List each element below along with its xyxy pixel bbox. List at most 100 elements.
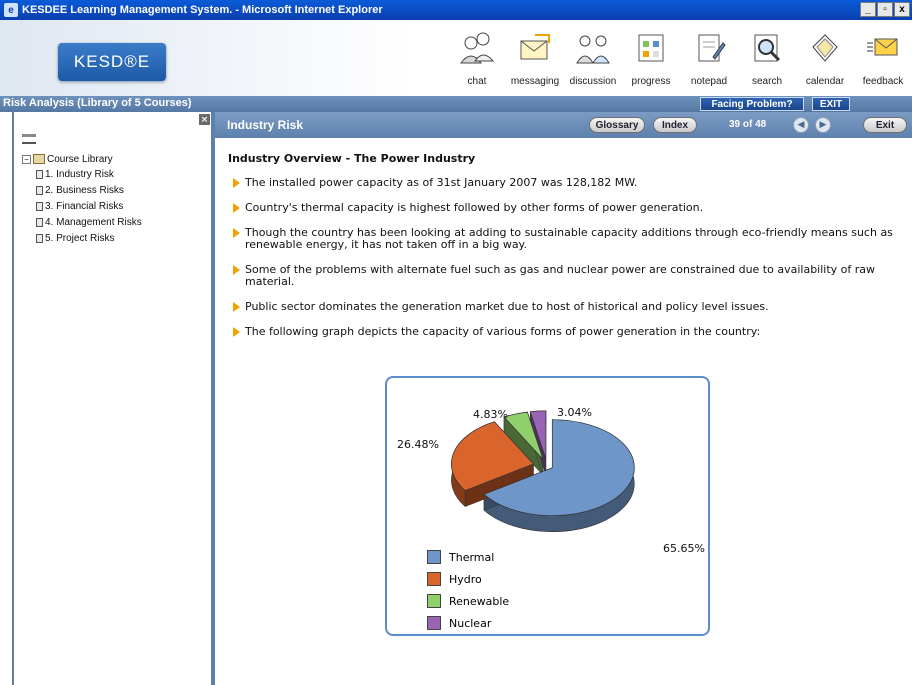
legend-label: Nuclear [449, 616, 492, 630]
minimize-button[interactable]: _ [860, 2, 876, 17]
exit-lesson-button[interactable]: Exit [863, 117, 907, 133]
notepad-tool-button[interactable]: notepad [680, 24, 738, 94]
lesson-title: Industry Risk [227, 118, 304, 132]
progress-icon [633, 30, 669, 66]
bullet-arrow-icon [233, 302, 240, 312]
pie-label-renewable: 4.83% [473, 408, 508, 421]
legend-label: Hydro [449, 572, 482, 586]
tree-root-label: Course Library [47, 153, 113, 165]
bullet-arrow-icon [233, 327, 240, 337]
desktop-icon [22, 134, 36, 144]
section-heading: Industry Overview - The Power Industry [228, 152, 476, 165]
glossary-button[interactable]: Glossary [589, 117, 645, 133]
window-controls: _ ▫ x [860, 2, 910, 17]
previous-page-button[interactable]: ◀ [793, 117, 809, 133]
arrow-right-icon: ▶ [819, 120, 827, 130]
legend-swatch [427, 572, 441, 586]
tree-item-label: 1. Industry Risk [45, 168, 114, 180]
window-title: KESDEE Learning Management System. - Mic… [22, 4, 383, 16]
legend-swatch [427, 550, 441, 564]
page-icon [36, 233, 43, 243]
pie-chart-panel: Thermal Hydro Renewable Nuclear 65.65% 26.48… [385, 376, 710, 636]
discussion-tool-button[interactable]: discussion [564, 24, 622, 94]
tool-label: messaging [510, 76, 560, 87]
app-header: KESD®E chat messaging discussion progres… [0, 20, 912, 96]
feedback-icon [865, 30, 901, 66]
search-icon [749, 30, 785, 66]
pie-label-thermal: 65.65% [663, 542, 705, 555]
page-icon [36, 201, 43, 211]
tree-item-management-risks[interactable]: 4. Management Risks [22, 214, 142, 230]
calendar-icon [807, 30, 843, 66]
sidebar-splitter[interactable] [211, 112, 215, 685]
bullet-arrow-icon [233, 203, 240, 213]
content-bullet: The installed power capacity as of 31st … [228, 177, 900, 189]
messaging-tool-button[interactable]: messaging [506, 24, 564, 94]
content-bullet: Country's thermal capacity is highest fo… [228, 202, 900, 214]
legend-item-hydro: Hydro [427, 568, 509, 590]
progress-tool-button[interactable]: progress [622, 24, 680, 94]
course-title: Risk Analysis (Library of 5 Courses) [3, 97, 192, 109]
tree-item-label: 5. Project Risks [45, 232, 115, 244]
tree-item-business-risks[interactable]: 2. Business Risks [22, 182, 142, 198]
chat-tool-button[interactable]: chat [448, 24, 506, 94]
content-bullet: Public sector dominates the generation m… [228, 301, 900, 313]
index-button[interactable]: Index [653, 117, 697, 133]
page-counter: 39 of 48 [729, 119, 767, 130]
next-page-button[interactable]: ▶ [815, 117, 831, 133]
feedback-tool-button[interactable]: feedback [854, 24, 912, 94]
legend-label: Renewable [449, 594, 510, 608]
legend-item-renewable: Renewable [427, 590, 509, 612]
tree-item-label: 4. Management Risks [45, 216, 142, 228]
collapse-icon[interactable]: − [22, 154, 31, 164]
bullet-arrow-icon [233, 228, 240, 238]
window-titlebar: e KESDEE Learning Management System. - M… [0, 0, 912, 20]
maximize-button[interactable]: ▫ [877, 2, 893, 17]
tree-item-project-risks[interactable]: 5. Project Risks [22, 230, 142, 246]
tool-label: notepad [690, 76, 728, 87]
internet-explorer-icon: e [4, 3, 18, 17]
legend-label: Thermal [449, 550, 495, 564]
page-icon [36, 169, 43, 179]
content-bullet: Though the country has been looking at a… [228, 227, 900, 251]
tree-item-industry-risk[interactable]: 1. Industry Risk [22, 166, 142, 182]
course-bar: Risk Analysis (Library of 5 Courses) Fac… [0, 96, 912, 112]
chat-icon [459, 30, 495, 66]
content-bullet: The following graph depicts the capacity… [228, 326, 900, 338]
messaging-icon [517, 30, 553, 66]
notepad-icon [691, 30, 727, 66]
discussion-icon [575, 30, 611, 66]
tool-label: chat [467, 76, 487, 87]
content-header: Industry Risk Glossary Index 39 of 48 ◀ … [215, 112, 912, 138]
legend-swatch [427, 616, 441, 630]
search-tool-button[interactable]: search [738, 24, 796, 94]
bullet-arrow-icon [233, 178, 240, 188]
close-button[interactable]: x [894, 2, 910, 17]
page-icon [36, 185, 43, 195]
tree-item-label: 3. Financial Risks [45, 200, 124, 212]
calendar-tool-button[interactable]: calendar [796, 24, 854, 94]
legend-item-nuclear: Nuclear [427, 612, 509, 634]
lesson-content: Industry Overview - The Power Industry T… [228, 152, 900, 351]
close-sidebar-icon[interactable]: × [199, 114, 210, 125]
content-bullet: Some of the problems with alternate fuel… [228, 264, 900, 288]
toolbar: chat messaging discussion progress notep… [448, 24, 912, 94]
bullet-arrow-icon [233, 265, 240, 275]
book-icon [33, 154, 45, 164]
tree-item-label: 2. Business Risks [45, 184, 124, 196]
tool-label: search [751, 76, 782, 87]
chart-legend: Thermal Hydro Renewable Nuclear [427, 546, 509, 634]
course-tree: − Course Library 1. Industry Risk 2. Bus… [22, 146, 142, 246]
legend-swatch [427, 594, 441, 608]
arrow-left-icon: ◀ [797, 120, 805, 130]
exit-top-button[interactable]: EXIT [812, 97, 850, 111]
pie-label-nuclear: 3.04% [557, 406, 592, 419]
tree-item-financial-risks[interactable]: 3. Financial Risks [22, 198, 142, 214]
tool-label: calendar [805, 76, 845, 87]
tree-root-course-library[interactable]: − Course Library [22, 152, 142, 166]
tool-label: discussion [569, 76, 617, 87]
facing-problem-button[interactable]: Facing Problem? [700, 97, 804, 111]
tool-label: progress [631, 76, 671, 87]
pie-label-hydro: 26.48% [397, 438, 439, 451]
legend-item-thermal: Thermal [427, 546, 509, 568]
